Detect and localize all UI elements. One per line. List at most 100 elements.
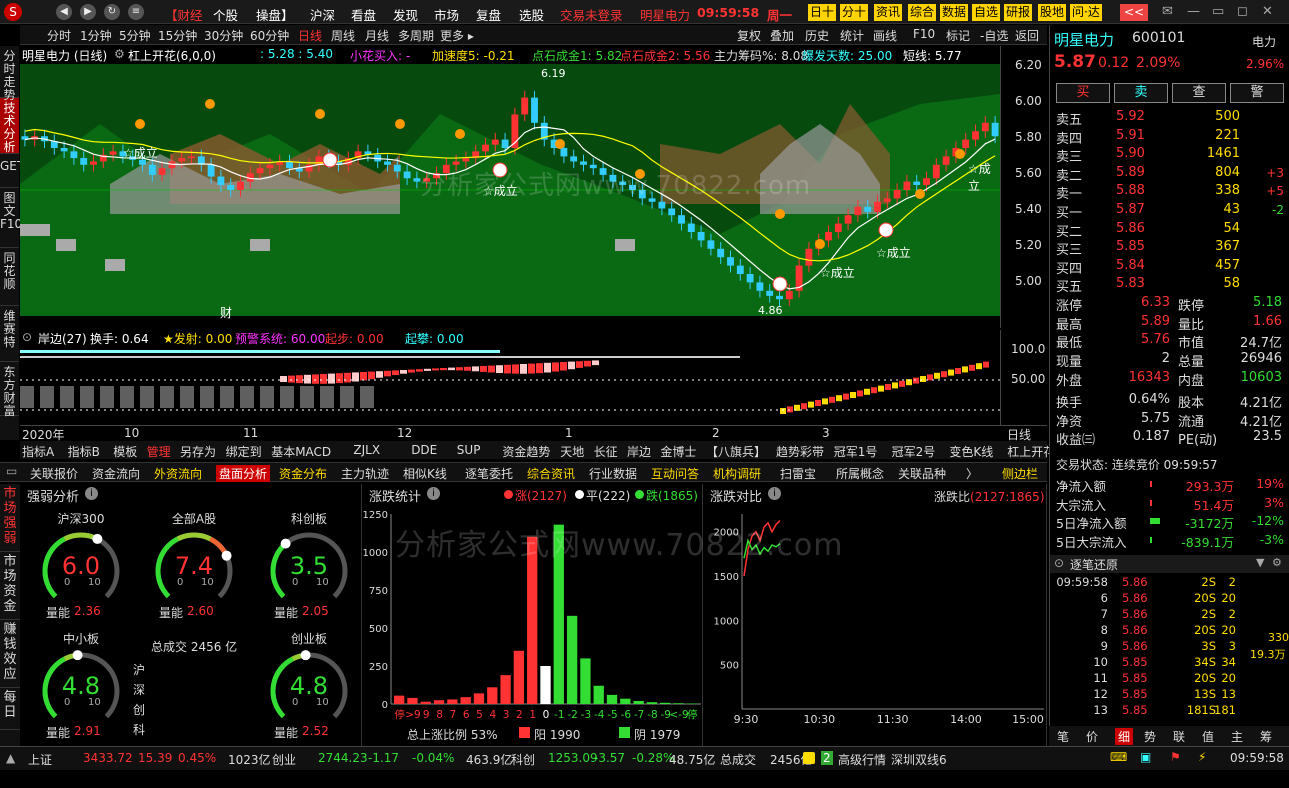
panel-tab-7[interactable]: 逐笔委托 bbox=[465, 465, 513, 482]
market-tab-1[interactable]: 市场资金 bbox=[0, 552, 20, 620]
tool-3[interactable]: 统计 bbox=[840, 27, 864, 44]
indicator-tab-3[interactable]: 管理 bbox=[147, 443, 171, 460]
filter-icon[interactable]: ▼ bbox=[1256, 556, 1264, 569]
top-button-6[interactable]: 研报 bbox=[1004, 4, 1033, 21]
restore-icon[interactable]: ▭ bbox=[1212, 4, 1224, 19]
top-button-7[interactable]: 股地 bbox=[1038, 4, 1067, 21]
top-button-5[interactable]: 自选 bbox=[972, 4, 1001, 21]
bottom-tab-1[interactable]: 价 bbox=[1086, 728, 1098, 745]
indicator-tab-9[interactable]: SUP bbox=[457, 443, 481, 457]
status-arrow-icon[interactable]: ▲ bbox=[6, 751, 15, 765]
period-tab-1[interactable]: 1分钟 bbox=[80, 27, 112, 44]
menu-item-6[interactable]: 市场 bbox=[434, 5, 459, 24]
bottom-tab-0[interactable]: 笔 bbox=[1057, 728, 1069, 745]
trade-button-0[interactable]: 买 bbox=[1056, 83, 1110, 103]
bottom-tab-2[interactable]: 细 bbox=[1115, 728, 1134, 745]
line-label[interactable]: 深圳双线6 bbox=[891, 751, 947, 768]
panel-tab-4[interactable]: 资金分布 bbox=[279, 465, 327, 482]
vtab-0[interactable]: 分时走势 bbox=[0, 46, 19, 102]
quote-sector[interactable]: 电力 bbox=[1252, 33, 1276, 50]
indicator-tab-10[interactable]: 资金趋势 bbox=[502, 443, 550, 460]
indicator-tab-13[interactable]: 岸边 bbox=[627, 443, 651, 460]
menu-item-2[interactable]: 操盘】 bbox=[256, 5, 294, 24]
sub-collapse-icon[interactable]: ⊙ bbox=[22, 330, 32, 344]
panel-tab-9[interactable]: 行业数据 bbox=[589, 465, 637, 482]
sub-indicator-name[interactable]: 岸边(27) bbox=[38, 330, 87, 347]
period-tab-6[interactable]: 日线 bbox=[298, 27, 322, 44]
indicator-name[interactable]: 杠上开花(6,0,0) bbox=[128, 47, 216, 64]
sub-indicator-chart[interactable] bbox=[20, 346, 1000, 424]
menu-item-1[interactable]: 个股 bbox=[213, 5, 238, 24]
period-tab-3[interactable]: 15分钟 bbox=[158, 27, 197, 44]
panel-tab-12[interactable]: 扫雷宝 bbox=[780, 465, 816, 482]
panel-tab-8[interactable]: 综合资讯 bbox=[527, 465, 575, 482]
menu-item-3[interactable]: 沪深 bbox=[310, 5, 335, 24]
indicator-tab-11[interactable]: 天地 bbox=[560, 443, 584, 460]
indicator-tab-5[interactable]: 绑定到 bbox=[226, 443, 262, 460]
info-icon[interactable]: i bbox=[85, 487, 98, 500]
panel-tab-2[interactable]: 外资流向 bbox=[154, 465, 202, 482]
indicator-tab-14[interactable]: 金博士 bbox=[660, 443, 696, 460]
period-tab-4[interactable]: 30分钟 bbox=[204, 27, 243, 44]
panel-tab-3[interactable]: 盘面分析 bbox=[216, 465, 271, 482]
close-icon[interactable]: ✕ bbox=[1262, 4, 1273, 19]
indicator-tab-6[interactable]: 基本MACD bbox=[271, 443, 331, 460]
menu-item-8[interactable]: 选股 bbox=[519, 5, 544, 24]
tool-6[interactable]: 标记 bbox=[946, 27, 970, 44]
indicator-tab-19[interactable]: 变色K线 bbox=[949, 443, 993, 460]
keyboard-icon[interactable]: ⌨ bbox=[1110, 750, 1127, 764]
monitor-icon[interactable]: ▣ bbox=[1140, 750, 1151, 764]
hq-label[interactable]: 高级行情 bbox=[838, 751, 886, 768]
indicator-tab-8[interactable]: DDE bbox=[411, 443, 437, 457]
bottom-tab-4[interactable]: 联 bbox=[1173, 728, 1185, 745]
indicator-tab-4[interactable]: 另存为 bbox=[180, 443, 216, 460]
flag-icon[interactable]: ⚑ bbox=[1170, 750, 1181, 764]
indicator-tab-7[interactable]: ZJLX bbox=[353, 443, 380, 457]
bottom-tab-6[interactable]: 主 bbox=[1231, 728, 1243, 745]
tool-8[interactable]: 返回 bbox=[1015, 27, 1039, 44]
settings-icon[interactable]: ⚙ bbox=[114, 47, 125, 61]
indicator-tab-0[interactable]: 指标A bbox=[22, 443, 54, 460]
vtab-2[interactable]: GET bbox=[0, 154, 24, 188]
panel-tab-13[interactable]: 所属概念 bbox=[836, 465, 884, 482]
trade-button-1[interactable]: 卖 bbox=[1114, 83, 1168, 103]
top-button-3[interactable]: 综合 bbox=[908, 4, 937, 21]
tool-0[interactable]: 复权 bbox=[737, 27, 761, 44]
panel-tab-0[interactable]: 关联报价 bbox=[30, 465, 78, 482]
refresh-icon[interactable]: ↻ bbox=[104, 4, 120, 20]
panel-tab-15[interactable]: 〉 bbox=[966, 465, 978, 482]
tool-5[interactable]: F10 bbox=[913, 27, 935, 41]
hq-icon[interactable] bbox=[803, 752, 815, 764]
period-tab-7[interactable]: 周线 bbox=[331, 27, 355, 44]
panel-tab-16[interactable]: 侧边栏 bbox=[1002, 465, 1038, 482]
top-button-1[interactable]: 分十 bbox=[840, 4, 869, 21]
indicator-tab-1[interactable]: 指标B bbox=[68, 443, 100, 460]
forward-icon[interactable]: ▶ bbox=[80, 4, 96, 20]
indicator-tab-16[interactable]: 趋势彩带 bbox=[776, 443, 824, 460]
bottom-tab-5[interactable]: 值 bbox=[1202, 728, 1214, 745]
market-tab-0[interactable]: 市场强弱 bbox=[0, 484, 20, 552]
menu-item-7[interactable]: 复盘 bbox=[476, 5, 501, 24]
tool-7[interactable]: -自选 bbox=[980, 27, 1008, 44]
app-logo[interactable]: S bbox=[4, 3, 22, 21]
top-button-0[interactable]: 日十 bbox=[808, 4, 837, 21]
vtab-5[interactable]: 维赛特 bbox=[0, 306, 19, 362]
trade-button-3[interactable]: 警 bbox=[1230, 83, 1284, 103]
panel-tab-5[interactable]: 主力轨迹 bbox=[341, 465, 389, 482]
tool-1[interactable]: 叠加 bbox=[770, 27, 794, 44]
market-tab-3[interactable]: 每日 bbox=[0, 688, 20, 730]
panel-toggle-icon[interactable]: ▭ bbox=[6, 464, 17, 478]
menu-item-0[interactable]: 【财经 bbox=[165, 5, 203, 24]
period-tab-0[interactable]: 分时 bbox=[47, 27, 71, 44]
tool-4[interactable]: 画线 bbox=[873, 27, 897, 44]
panel-tab-11[interactable]: 机构调研 bbox=[713, 465, 761, 482]
top-button-4[interactable]: 数据 bbox=[940, 4, 969, 21]
menu-item-4[interactable]: 看盘 bbox=[351, 5, 376, 24]
period-tab-8[interactable]: 月线 bbox=[365, 27, 389, 44]
top-button-9[interactable]: << bbox=[1120, 4, 1148, 21]
vtab-6[interactable]: 东方财富 bbox=[0, 362, 19, 418]
login-status[interactable]: 交易未登录 bbox=[560, 5, 623, 24]
indicator-tab-20[interactable]: 杠上开花 bbox=[1007, 443, 1055, 460]
panel-tab-14[interactable]: 关联品种 bbox=[898, 465, 946, 482]
period-tab-5[interactable]: 60分钟 bbox=[250, 27, 289, 44]
